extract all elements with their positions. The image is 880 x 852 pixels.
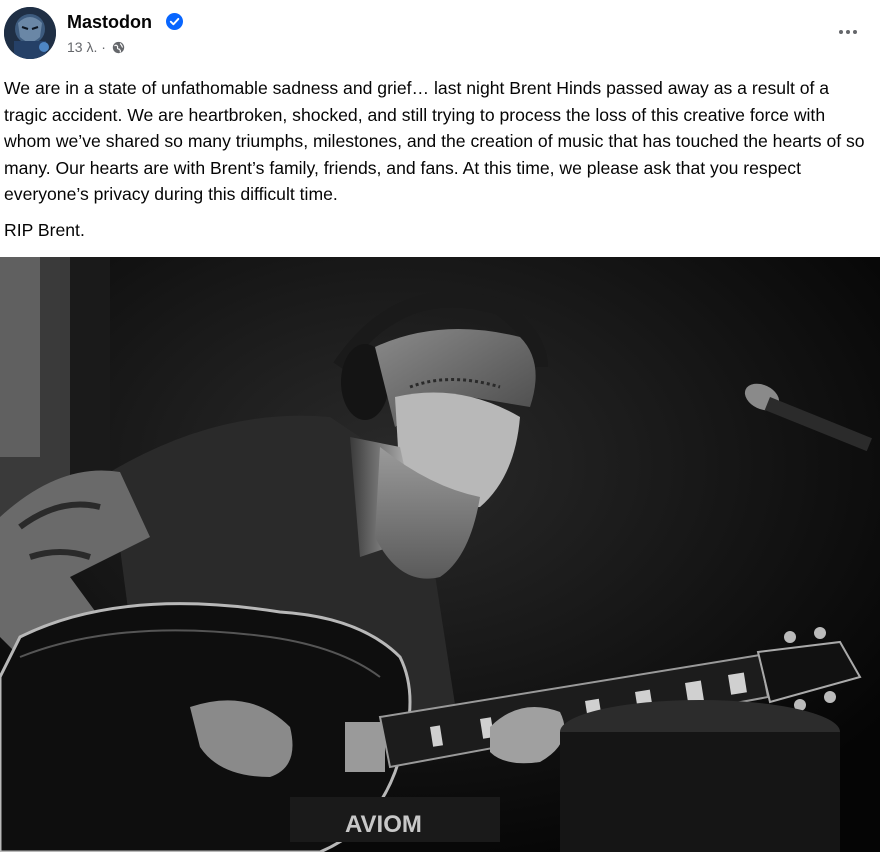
post-header: Mastodon 13 λ. · (0, 0, 880, 68)
amp-logo: AVIOM (345, 811, 422, 838)
post-meta: 13 λ. · (67, 39, 125, 55)
facebook-post: Mastodon 13 λ. · We are in a state of un… (0, 0, 880, 852)
more-options-icon[interactable] (832, 20, 864, 44)
post-text: We are in a state of unfathomable sadnes… (4, 78, 865, 205)
post-closing-line: RIP Brent. (4, 220, 85, 240)
post-timestamp[interactable]: 13 λ. · (67, 39, 106, 55)
verified-badge-icon (166, 13, 183, 30)
globe-icon (112, 41, 125, 53)
post-photo[interactable]: AVIOM (0, 257, 880, 852)
page-avatar[interactable] (4, 7, 56, 59)
page-name[interactable]: Mastodon (67, 12, 152, 33)
